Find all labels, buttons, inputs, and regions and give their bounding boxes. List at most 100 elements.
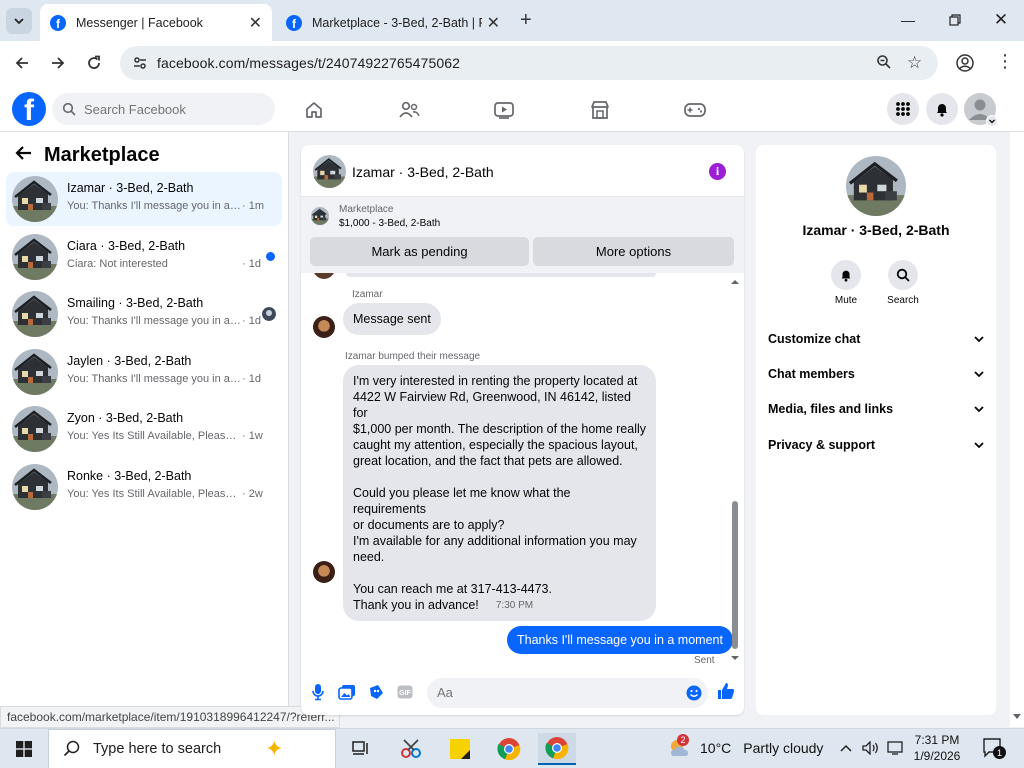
address-bar[interactable]: facebook.com/messages/t/2407492276547506… bbox=[120, 46, 938, 80]
details-section-privacy-support[interactable]: Privacy & support bbox=[768, 434, 984, 456]
microphone-icon[interactable] bbox=[309, 683, 327, 701]
chat-avatar[interactable] bbox=[313, 155, 346, 188]
chrome-icon[interactable] bbox=[490, 733, 528, 765]
conversation-snippet: Ciara: Not interested bbox=[67, 257, 168, 270]
facebook-search[interactable] bbox=[52, 93, 275, 125]
conversation-item[interactable]: Jaylen · 3-Bed, 2-Bath You: Thanks I'll m… bbox=[6, 345, 282, 399]
reload-button[interactable] bbox=[82, 51, 106, 75]
section-label: Privacy & support bbox=[768, 438, 875, 452]
chevron-down-icon bbox=[974, 406, 984, 413]
conversation-item[interactable]: Ciara · 3-Bed, 2-Bath Ciara: Not interest… bbox=[6, 230, 282, 284]
gif-icon[interactable]: GIF bbox=[396, 683, 414, 701]
forward-button[interactable] bbox=[46, 51, 70, 75]
grid-icon bbox=[896, 102, 910, 116]
network-icon[interactable] bbox=[887, 741, 905, 758]
scroll-up-icon[interactable] bbox=[730, 279, 740, 285]
search-conversation-button[interactable]: Search bbox=[881, 260, 925, 306]
chat-scrollbar[interactable] bbox=[728, 279, 742, 664]
notification-center-icon[interactable]: 1 bbox=[983, 738, 1006, 761]
volume-icon[interactable] bbox=[862, 740, 880, 758]
taskbar-search-box[interactable]: Type here to search ✦ bbox=[48, 729, 336, 768]
conversation-item[interactable]: Zyon · 3-Bed, 2-Bath You: Yes Its Still A… bbox=[6, 402, 282, 456]
details-section-media-files-and-links[interactable]: Media, files and links bbox=[768, 398, 984, 420]
message-bubble-long[interactable]: I'm very interested in renting the prope… bbox=[343, 365, 656, 621]
back-arrow-icon[interactable] bbox=[14, 144, 32, 167]
notifications-button[interactable] bbox=[926, 93, 958, 125]
bell-icon bbox=[937, 104, 947, 117]
message-input[interactable] bbox=[437, 685, 677, 700]
gaming-nav-icon[interactable] bbox=[683, 98, 707, 122]
weather-cloud-icon: 2 bbox=[668, 734, 694, 759]
more-options-button[interactable]: More options bbox=[533, 237, 734, 266]
task-view-icon[interactable] bbox=[342, 733, 380, 765]
friends-nav-icon[interactable] bbox=[397, 98, 421, 122]
restore-button[interactable] bbox=[935, 8, 975, 32]
details-section-customize-chat[interactable]: Customize chat bbox=[768, 328, 984, 350]
weather-widget[interactable]: 2 10°C Partly cloudy bbox=[668, 734, 823, 759]
facebook-logo[interactable]: f bbox=[12, 92, 46, 126]
chevron-down-icon bbox=[974, 442, 984, 449]
listing-thumbnail[interactable] bbox=[311, 207, 329, 225]
menu-grid-button[interactable] bbox=[887, 93, 919, 125]
my-message-bubble[interactable]: Thanks I'll message you in a moment bbox=[507, 626, 733, 654]
clock-time: 7:31 PM bbox=[914, 733, 960, 747]
message-line: You can reach me at 317-413-4473. bbox=[353, 582, 552, 596]
sticky-notes-icon[interactable] bbox=[441, 733, 479, 765]
search-highlight-icon: ✦ bbox=[265, 736, 284, 761]
clock[interactable]: 7:31 PM 1/9/2026 bbox=[912, 732, 962, 764]
thumbs-up-icon[interactable] bbox=[717, 682, 735, 700]
snipping-tool-icon[interactable] bbox=[392, 733, 430, 765]
mute-button[interactable]: Mute bbox=[824, 260, 868, 306]
minimize-button[interactable]: — bbox=[888, 8, 928, 32]
tab-messenger[interactable]: f Messenger | Facebook ✕ bbox=[40, 4, 272, 41]
info-icon[interactable]: i bbox=[709, 163, 726, 180]
url-text[interactable]: facebook.com/messages/t/2407492276547506… bbox=[157, 55, 460, 71]
sender-avatar[interactable] bbox=[313, 561, 335, 583]
close-tab-icon[interactable]: ✕ bbox=[487, 13, 500, 33]
browser-menu-icon[interactable]: ⋮ bbox=[996, 52, 1014, 70]
conversation-snippet: You: Thanks I'll message you in a mo... bbox=[67, 372, 242, 385]
conversation-snippet: You: Thanks I'll message you in a mo... bbox=[67, 200, 242, 212]
scroll-down-icon[interactable] bbox=[1013, 714, 1021, 720]
marketplace-nav-icon[interactable] bbox=[588, 98, 612, 122]
notification-count: 1 bbox=[993, 746, 1006, 759]
scroll-thumb[interactable] bbox=[732, 501, 738, 649]
chat-panel: Izamar · 3-Bed, 2-Bath i Marketplace $1,… bbox=[301, 145, 744, 715]
chat-title[interactable]: Izamar · 3-Bed, 2-Bath bbox=[352, 164, 494, 180]
back-button[interactable] bbox=[10, 51, 34, 75]
conversation-title: Smailing · 3-Bed, 2-Bath bbox=[67, 296, 204, 310]
tab-search-button[interactable] bbox=[6, 8, 32, 34]
partial-avatar bbox=[313, 273, 335, 279]
search-input[interactable] bbox=[84, 101, 264, 117]
home-nav-icon[interactable] bbox=[302, 98, 326, 122]
profile-icon[interactable] bbox=[956, 54, 974, 75]
conversation-thumbnail bbox=[12, 349, 58, 395]
photo-icon[interactable] bbox=[338, 683, 356, 701]
details-section-chat-members[interactable]: Chat members bbox=[768, 363, 984, 385]
page-scrollbar[interactable] bbox=[1010, 132, 1024, 727]
video-nav-icon[interactable] bbox=[492, 98, 516, 122]
sticker-icon[interactable] bbox=[367, 683, 385, 701]
windows-start-icon[interactable] bbox=[16, 741, 32, 760]
sender-avatar[interactable] bbox=[313, 316, 335, 338]
scroll-down-icon[interactable] bbox=[730, 655, 740, 661]
mark-as-pending-button[interactable]: Mark as pending bbox=[310, 237, 529, 266]
close-window-button[interactable]: ✕ bbox=[981, 8, 1021, 32]
arrow-left-icon bbox=[15, 57, 28, 69]
zoom-icon[interactable] bbox=[876, 54, 892, 73]
emoji-icon[interactable] bbox=[686, 685, 702, 704]
tab-marketplace[interactable]: f Marketplace - 3-Bed, 2-Bath | Fa ✕ bbox=[276, 4, 510, 41]
site-info-icon[interactable] bbox=[132, 55, 148, 71]
account-chevron-icon[interactable] bbox=[986, 115, 998, 127]
chrome-active-icon[interactable] bbox=[538, 733, 576, 765]
message-bubble[interactable]: Message sent bbox=[343, 303, 441, 335]
new-tab-button[interactable]: + bbox=[520, 9, 532, 32]
chevron-up-icon[interactable] bbox=[840, 741, 852, 756]
conversation-item[interactable]: Ronke · 3-Bed, 2-Bath You: Yes Its Still … bbox=[6, 460, 282, 514]
conversation-item[interactable]: Smailing · 3-Bed, 2-Bath You: Thanks I'll… bbox=[6, 287, 282, 341]
bookmark-star-icon[interactable]: ☆ bbox=[907, 53, 922, 73]
conversation-item[interactable]: Izamar · 3-Bed, 2-Bath You: Thanks I'll m… bbox=[6, 172, 282, 226]
profile-avatar[interactable] bbox=[846, 156, 906, 216]
listing-price-title[interactable]: $1,000 - 3-Bed, 2-Bath bbox=[339, 218, 440, 229]
close-tab-icon[interactable]: ✕ bbox=[249, 13, 262, 33]
